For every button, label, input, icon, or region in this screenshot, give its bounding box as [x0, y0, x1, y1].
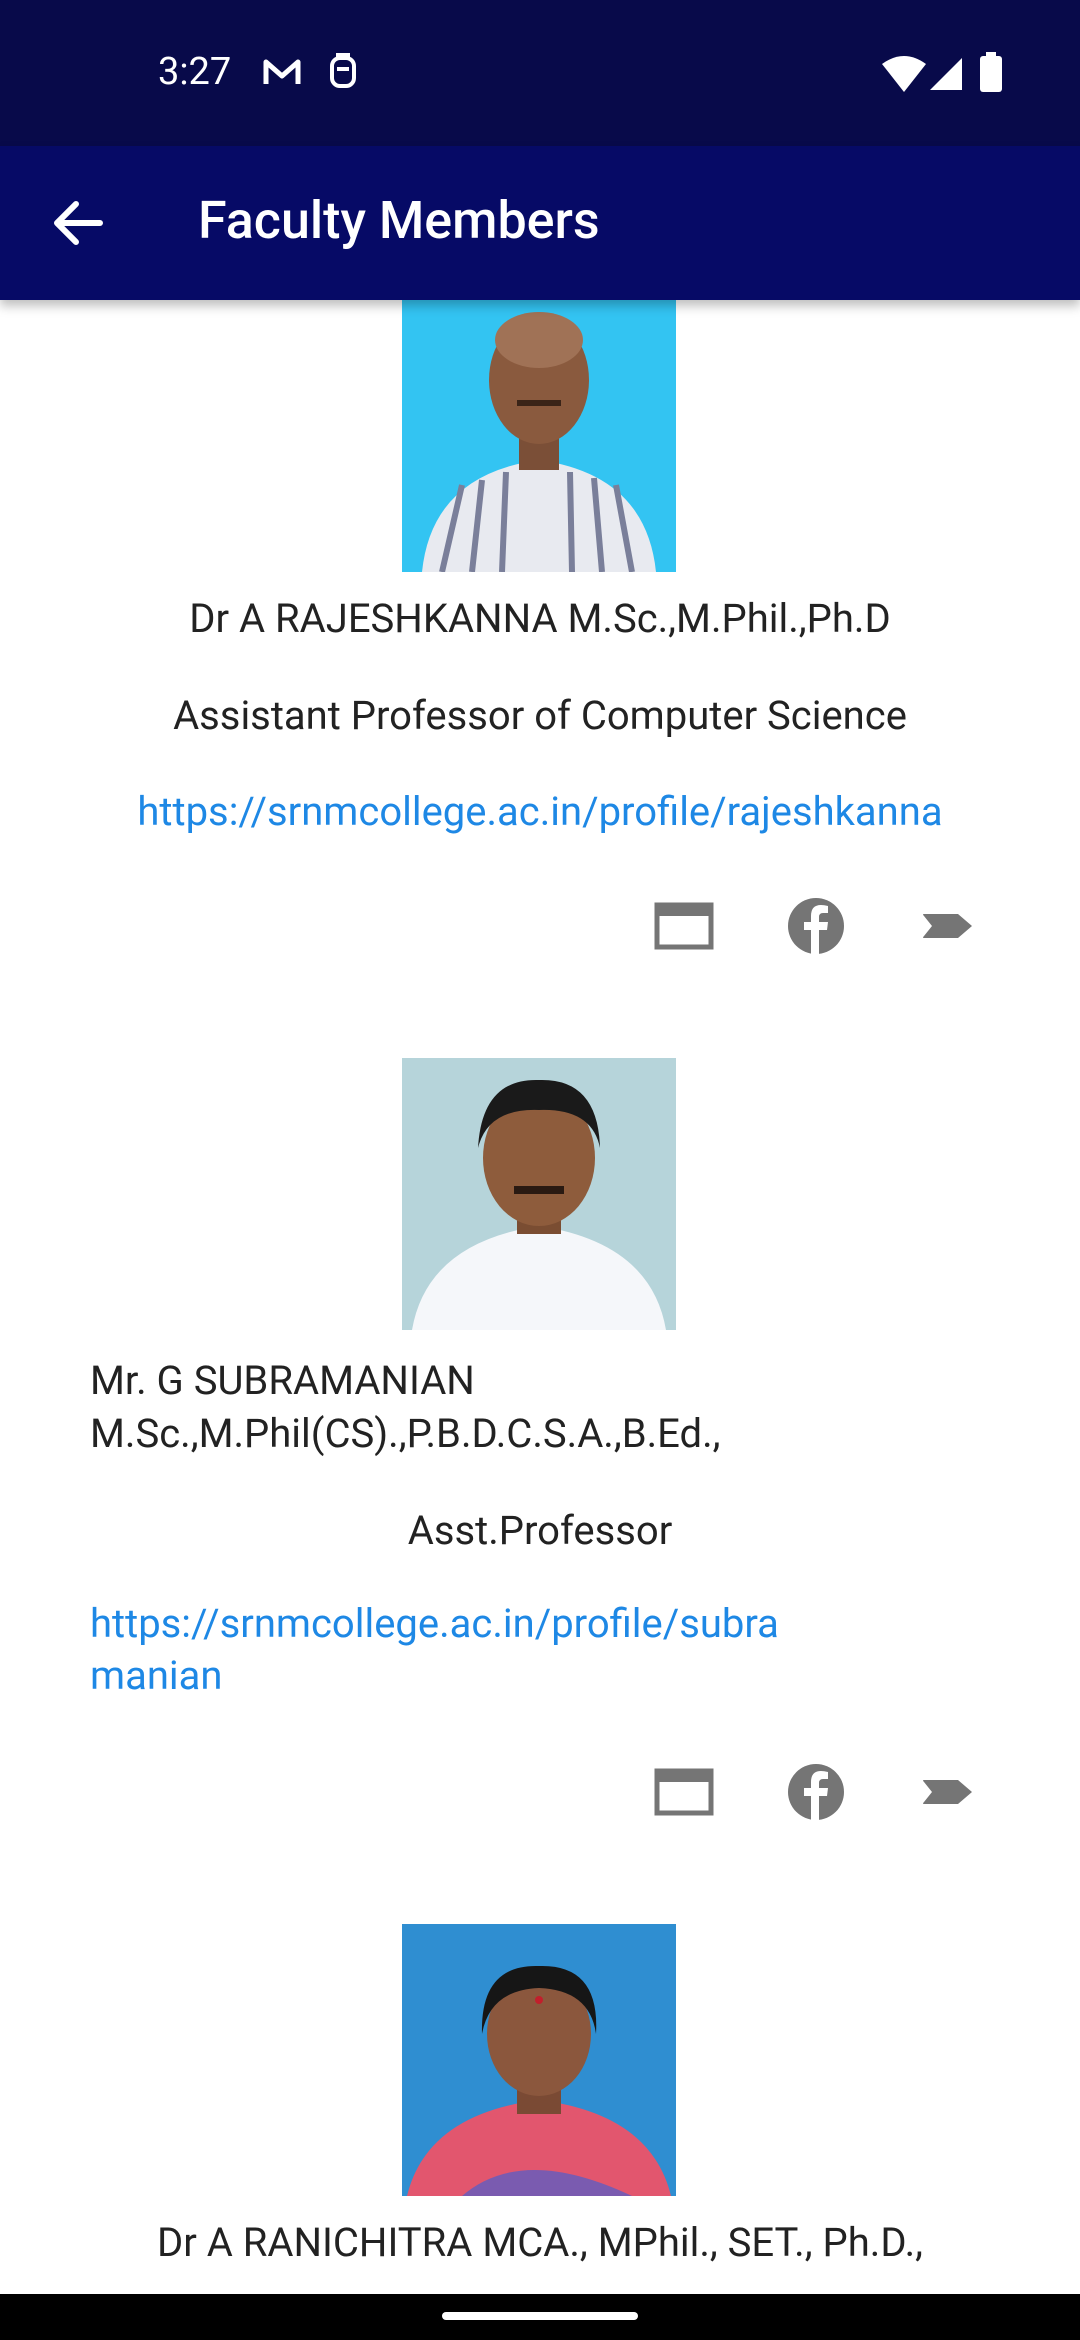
facebook-icon[interactable] [786, 896, 846, 956]
faculty-name: Dr A RANICHITRA MCA., MPhil., SET., Ph.D… [157, 2219, 923, 2266]
home-handle[interactable] [442, 2312, 638, 2320]
faculty-photo [402, 300, 676, 572]
app-bar: Faculty Members [0, 146, 1080, 300]
signal-icon [930, 58, 962, 90]
gesture-nav-bar [0, 2294, 1080, 2340]
faculty-name: Dr A RAJESHKANNA M.Sc.,M.Phil.,Ph.D [189, 595, 891, 642]
faculty-name: Mr. G SUBRAMANIAN M.Sc.,M.Phil(CS).,P.B.… [90, 1357, 721, 1457]
label-icon[interactable] [918, 1762, 978, 1822]
gmail-icon [263, 59, 301, 84]
faculty-photo [402, 1058, 676, 1330]
battery-icon [980, 52, 1002, 92]
page-title: Faculty Members [198, 190, 600, 251]
faculty-designation: Assistant Professor of Computer Science [173, 692, 907, 739]
status-bar: 3:27 [0, 0, 1080, 146]
faculty-photo [402, 1924, 676, 2196]
wifi-icon [882, 56, 926, 92]
open-in-browser-icon[interactable] [654, 1762, 714, 1822]
status-time: 3:27 [158, 50, 232, 94]
back-arrow-icon[interactable] [46, 192, 108, 254]
faculty-profile-link[interactable]: https://srnmcollege.ac.in/profile/rajesh… [0, 786, 1080, 838]
faculty-designation: Asst.Professor [407, 1507, 673, 1554]
faculty-profile-link[interactable]: https://srnmcollege.ac.in/profile/subram… [90, 1598, 790, 1702]
faculty-list[interactable]: Dr A RAJESHKANNA M.Sc.,M.Phil.,Ph.D Assi… [0, 300, 1080, 2294]
open-in-browser-icon[interactable] [654, 896, 714, 956]
facebook-icon[interactable] [786, 1762, 846, 1822]
label-icon[interactable] [918, 896, 978, 956]
assistant-icon [330, 53, 356, 88]
